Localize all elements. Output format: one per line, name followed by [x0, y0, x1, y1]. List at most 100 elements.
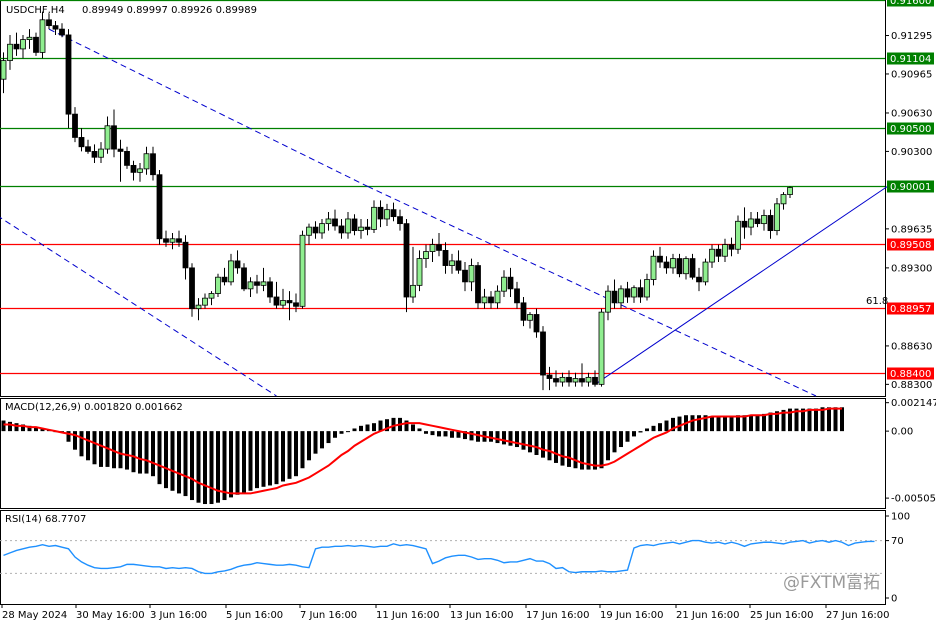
- price-tick-label: 0.90300: [891, 147, 932, 158]
- macd-histogram-bar: [651, 425, 656, 432]
- bull-candle: [527, 314, 533, 321]
- fxtm-watermark: @FXTM富拓: [783, 573, 880, 593]
- macd-histogram-bar: [534, 431, 539, 455]
- bull-candle: [7, 43, 13, 61]
- bull-candle: [774, 203, 780, 232]
- macd-histogram-bar: [677, 416, 682, 432]
- bull-candle: [143, 153, 150, 170]
- chart-background: [0, 0, 936, 624]
- macd-histogram-bar: [528, 431, 532, 453]
- macd-histogram-bar: [521, 431, 526, 450]
- bull-candle: [247, 281, 254, 290]
- macd-histogram-bar: [372, 423, 376, 432]
- time-tick-label: 21 Jun 16:00: [676, 610, 740, 621]
- bull-candle: [345, 218, 351, 234]
- macd-histogram-bar: [742, 415, 747, 432]
- macd-histogram-bar: [333, 431, 337, 438]
- bear-candle: [52, 25, 59, 30]
- macd-histogram-bar: [261, 431, 266, 487]
- price-tick-label: 0.89635: [891, 224, 932, 235]
- macd-histogram-bar: [320, 431, 324, 449]
- bull-candle: [644, 279, 650, 298]
- bear-candle: [397, 216, 403, 225]
- bull-candle: [605, 290, 611, 313]
- bear-candle: [767, 215, 774, 232]
- bear-candle: [696, 276, 702, 283]
- macd-histogram-bar: [365, 424, 370, 432]
- bear-candle: [163, 238, 169, 243]
- bear-candle: [475, 265, 481, 304]
- macd-histogram-bar: [164, 431, 168, 489]
- bear-candle: [293, 302, 299, 307]
- macd-histogram-bar: [92, 431, 97, 465]
- level-tag-text: 0.88957: [890, 304, 931, 315]
- macd-histogram-bar: [222, 431, 227, 501]
- bear-candle: [455, 260, 462, 271]
- macd-histogram-bar: [248, 431, 253, 491]
- bear-candle: [637, 287, 644, 298]
- macd-histogram-bar: [599, 431, 604, 469]
- bear-candle: [676, 258, 683, 275]
- macd-histogram-bar: [424, 431, 428, 434]
- bear-candle: [150, 153, 156, 176]
- macd-histogram-bar: [138, 431, 142, 474]
- macd-histogram-bar: [554, 431, 558, 463]
- bear-candle: [553, 378, 559, 383]
- macd-histogram-bar: [716, 416, 721, 432]
- bear-candle: [130, 164, 137, 173]
- bear-candle: [46, 19, 52, 27]
- macd-tick-label: 0.002147: [891, 398, 936, 409]
- level-tag-text: 0.91104: [890, 54, 931, 65]
- macd-histogram-bar: [346, 431, 350, 433]
- bear-candle: [33, 36, 39, 53]
- bear-candle: [111, 125, 117, 150]
- bull-candle: [501, 276, 507, 292]
- bear-candle: [117, 148, 124, 152]
- level-tag-text: 0.90500: [890, 124, 931, 135]
- bull-candle: [709, 248, 715, 263]
- macd-histogram-bar: [268, 431, 272, 486]
- bull-candle: [598, 311, 605, 385]
- bull-candle: [104, 125, 111, 150]
- bear-candle: [715, 248, 722, 257]
- bear-candle: [65, 34, 72, 115]
- macd-histogram-bar: [131, 431, 136, 473]
- macd-histogram-bar: [723, 416, 727, 432]
- bull-candle: [429, 244, 436, 252]
- macd-histogram-bar: [79, 431, 84, 457]
- bull-candle: [572, 378, 579, 383]
- bull-candle: [228, 260, 234, 283]
- macd-histogram-bar: [14, 423, 19, 432]
- time-tick-label: 11 Jun 16:00: [376, 610, 440, 621]
- bear-candle: [611, 290, 618, 304]
- macd-histogram-bar: [573, 431, 578, 469]
- macd-histogram-bar: [118, 431, 123, 469]
- bear-candle: [546, 374, 553, 379]
- macd-histogram-bar: [86, 431, 90, 461]
- bear-candle: [754, 218, 761, 225]
- bear-candle: [332, 218, 338, 227]
- bull-candle: [319, 223, 325, 234]
- bull-candle: [215, 276, 221, 294]
- bear-candle: [312, 226, 319, 234]
- bear-candle: [442, 250, 449, 266]
- bull-candle: [494, 290, 501, 304]
- bear-candle: [533, 314, 540, 333]
- bull-candle: [761, 215, 767, 225]
- bull-candle: [559, 376, 566, 383]
- macd-histogram-bar: [177, 431, 181, 494]
- macd-histogram-bar: [326, 431, 331, 444]
- chart-canvas: 0.002147 0.00 -0.005054 100 70 0 0.91600 0.91…: [0, 0, 936, 624]
- macd-histogram-bar: [203, 431, 207, 505]
- macd-histogram-bar: [443, 431, 448, 437]
- macd-histogram-bar: [736, 415, 740, 432]
- bear-candle: [59, 28, 65, 36]
- time-tick-label: 17 Jun 16:00: [526, 610, 590, 621]
- bull-candle: [358, 226, 364, 232]
- symbol-label: USDCHF,H4: [6, 5, 65, 16]
- macd-histogram-bar: [807, 408, 812, 432]
- bull-candle: [195, 304, 202, 310]
- macd-histogram-bar: [515, 431, 519, 448]
- macd-histogram-bar: [697, 415, 701, 432]
- bear-candle: [390, 209, 397, 218]
